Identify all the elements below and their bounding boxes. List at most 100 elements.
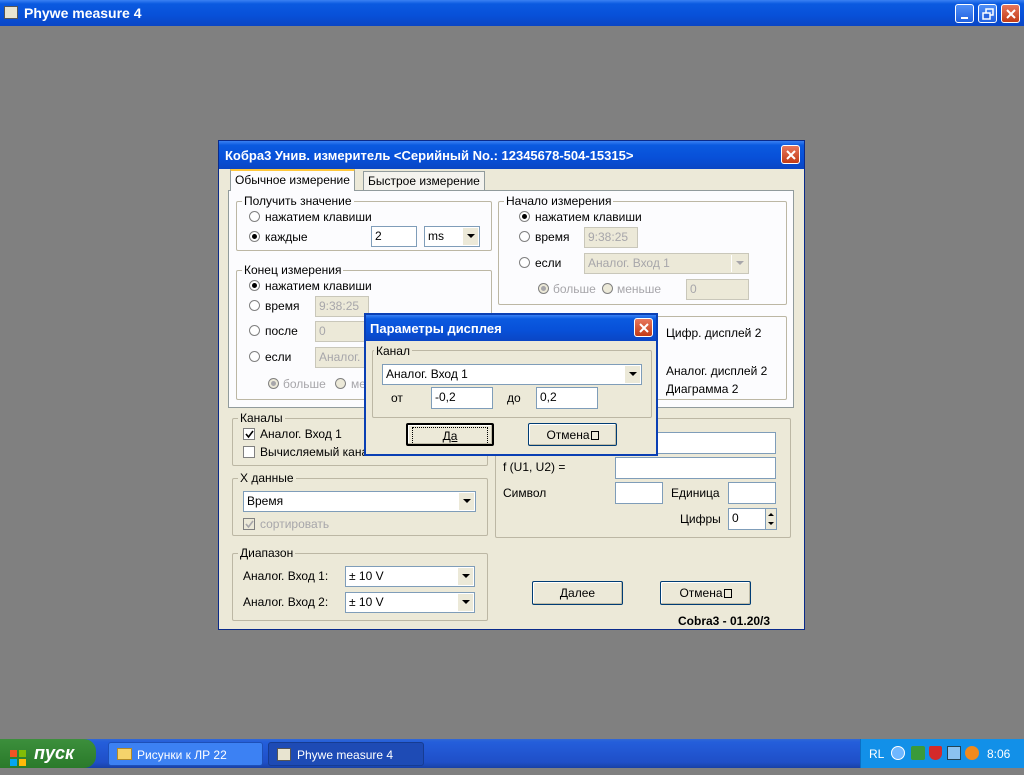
close-icon <box>786 150 796 160</box>
every-unit-select[interactable]: ms <box>424 226 480 247</box>
start-time-input[interactable]: 9:38:25 <box>584 227 638 248</box>
start-if-label: если <box>535 256 562 270</box>
channel-select[interactable]: Аналог. Вход 1 <box>382 364 642 385</box>
every-interval-input[interactable]: 2 <box>371 226 417 247</box>
display-cancel-button[interactable]: Отмена <box>528 423 617 446</box>
sort-label: сортировать <box>260 517 330 531</box>
language-indicator[interactable]: RL <box>869 747 884 761</box>
range-in2-select[interactable]: ± 10 V <box>345 592 475 613</box>
task-folder-label: Рисунки к ЛР 22 <box>137 748 227 762</box>
end-less-radio[interactable] <box>335 378 346 389</box>
chevron-down-icon[interactable] <box>457 568 473 585</box>
channel-label: Канал <box>374 344 412 358</box>
end-time-input[interactable]: 9:38:25 <box>315 296 369 317</box>
digits-label: Цифры <box>680 512 721 526</box>
start-less-label: меньше <box>617 282 662 296</box>
task-folder[interactable]: Рисунки к ЛР 22 <box>108 742 263 766</box>
chevron-down-icon[interactable] <box>731 255 747 272</box>
start-key-radio[interactable] <box>519 211 530 222</box>
minimize-button[interactable] <box>955 4 974 23</box>
antivirus-icon[interactable] <box>965 746 979 760</box>
start-more-radio[interactable] <box>538 283 549 294</box>
end-time-radio[interactable] <box>249 300 260 311</box>
main-dialog-title: Кобра3 Унив. измеритель <Серийный No.: 1… <box>225 148 634 163</box>
x-data-select[interactable]: Время <box>243 491 476 512</box>
from-input[interactable]: -0,2 <box>431 387 493 409</box>
get-value-label: Получить значение <box>242 194 354 208</box>
symbol-label: Символ <box>503 486 547 500</box>
next-button[interactable]: Далее <box>532 581 623 605</box>
display-dialog-close-button[interactable] <box>634 318 653 337</box>
end-after-label: после <box>265 324 298 338</box>
to-label: до <box>507 391 521 405</box>
close-icon <box>1006 9 1016 19</box>
box-icon <box>723 589 732 598</box>
close-app-button[interactable] <box>1001 4 1020 23</box>
windows-flag-icon <box>10 746 26 766</box>
end-key-radio[interactable] <box>249 280 260 291</box>
task-phywe[interactable]: Phywe measure 4 <box>268 742 424 766</box>
minimize-icon <box>961 17 968 19</box>
end-if-label: если <box>265 350 292 364</box>
chevron-down-icon[interactable] <box>457 594 473 611</box>
clock: 8:06 <box>987 747 1011 761</box>
to-input[interactable]: 0,2 <box>536 387 598 409</box>
main-cancel-button[interactable]: Отмена <box>660 581 751 605</box>
start-threshold-input[interactable]: 0 <box>686 279 749 300</box>
start-less-radio[interactable] <box>602 283 613 294</box>
main-cancel-label: Отмена <box>679 586 723 600</box>
ok-button[interactable]: Да <box>406 423 494 446</box>
display-params-dialog: Параметры дисплея Канал Аналог. Вход 1 о… <box>364 313 658 456</box>
start-label: пуск <box>34 743 75 763</box>
end-after-input[interactable]: 0 <box>315 321 369 342</box>
start-if-channel-select[interactable]: Аналог. Вход 1 <box>584 253 749 274</box>
analog-display-label: Аналог. дисплей 2 <box>666 364 768 378</box>
display-dialog-title-bar[interactable]: Параметры дисплея <box>366 315 656 341</box>
range-in2-value: ± 10 V <box>349 595 384 609</box>
chevron-down-icon[interactable] <box>624 366 640 383</box>
restore-icon <box>982 8 994 20</box>
check-icon <box>245 430 254 439</box>
shield-icon[interactable] <box>929 746 942 760</box>
unit-label: Единица <box>671 486 720 500</box>
channels-label: Каналы <box>238 411 285 425</box>
computed-channel-checkbox[interactable] <box>243 446 255 458</box>
tab-fast-measure[interactable]: Быстрое измерение <box>363 171 485 191</box>
get-value-key-radio[interactable] <box>249 211 260 222</box>
every-unit-value: ms <box>428 229 444 243</box>
network-connections-icon[interactable] <box>947 746 961 760</box>
range-in1-label: Аналог. Вход 1: <box>243 569 329 583</box>
diagram-label: Диаграмма 2 <box>666 382 739 396</box>
formula-input[interactable] <box>615 457 776 479</box>
start-button[interactable]: пуск <box>0 739 96 768</box>
unit-input[interactable] <box>728 482 776 504</box>
end-after-radio[interactable] <box>249 325 260 336</box>
network-icon[interactable] <box>891 746 905 760</box>
x-data-label: X данные <box>238 471 296 485</box>
digits-input[interactable]: 0 <box>728 508 766 530</box>
tab-normal-measure[interactable]: Обычное измерение <box>230 169 355 191</box>
sort-checkbox[interactable] <box>243 518 255 530</box>
end-more-radio[interactable] <box>268 378 279 389</box>
get-value-every-radio[interactable] <box>249 231 260 242</box>
system-tray: RL 8:06 <box>860 739 1024 768</box>
app-title: Phywe measure 4 <box>24 5 142 21</box>
digits-spinner[interactable] <box>765 508 777 530</box>
start-if-radio[interactable] <box>519 257 530 268</box>
app-title-bar[interactable]: Phywe measure 4 <box>0 0 1024 26</box>
start-if-channel-value: Аналог. Вход 1 <box>588 256 670 270</box>
formula-label: f (U1, U2) = <box>503 460 566 474</box>
main-dialog-close-button[interactable] <box>781 145 800 164</box>
chevron-down-icon[interactable] <box>458 493 474 510</box>
restore-button[interactable] <box>978 4 997 23</box>
chevron-down-icon[interactable] <box>462 228 478 245</box>
update-icon[interactable] <box>911 746 925 760</box>
symbol-input[interactable] <box>615 482 663 504</box>
main-dialog-title-bar[interactable]: Кобра3 Унив. измеритель <Серийный No.: 1… <box>219 141 804 169</box>
end-if-radio[interactable] <box>249 351 260 362</box>
end-if-channel-select[interactable]: Аналог. <box>315 347 369 368</box>
start-time-radio[interactable] <box>519 231 530 242</box>
close-icon <box>639 323 649 333</box>
analog-in1-checkbox[interactable] <box>243 428 255 440</box>
range-in1-select[interactable]: ± 10 V <box>345 566 475 587</box>
